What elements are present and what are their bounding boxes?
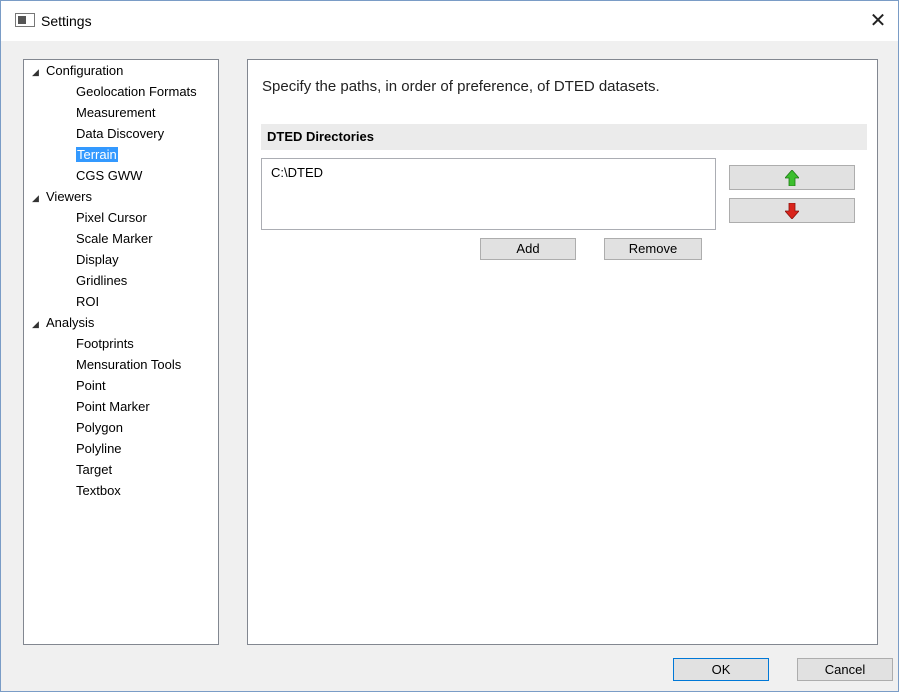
tree-item[interactable]: Display xyxy=(76,249,119,270)
move-down-button[interactable] xyxy=(729,198,855,223)
tree-item-label: Target xyxy=(76,462,113,477)
cancel-button[interactable]: Cancel xyxy=(797,658,893,681)
remove-button[interactable]: Remove xyxy=(604,238,702,260)
tree-item[interactable]: ◢ Analysis xyxy=(32,312,94,333)
tree-item-label: ROI xyxy=(76,294,100,309)
tree-item-label: Pixel Cursor xyxy=(76,210,147,225)
tree-item-label: CGS GWW xyxy=(76,168,143,183)
title-bar: Settings ✕ xyxy=(1,1,898,41)
tree-item-label: Analysis xyxy=(46,315,95,330)
tree-item[interactable]: Point xyxy=(76,375,106,396)
tree-item[interactable]: Target xyxy=(76,459,112,480)
tree-item-label: Polyline xyxy=(76,441,122,456)
tree-item[interactable]: Point Marker xyxy=(76,396,150,417)
settings-tree[interactable]: ◢ Configuration Geolocation Formats Measure… xyxy=(23,59,219,645)
green-up-arrow-icon xyxy=(785,169,799,186)
tree-item[interactable]: Measurement xyxy=(76,102,155,123)
tree-item-label: Geolocation Formats xyxy=(76,84,197,99)
tree-item[interactable]: Data Discovery xyxy=(76,123,164,144)
tree-item[interactable]: Pixel Cursor xyxy=(76,207,147,228)
tree-item-label: Point Marker xyxy=(76,399,150,414)
tree-item[interactable]: ◢ Viewers xyxy=(32,186,92,207)
tree-item[interactable]: Scale Marker xyxy=(76,228,153,249)
expand-arrow-icon[interactable]: ◢ xyxy=(32,314,46,335)
tree-item-label: Point xyxy=(76,378,106,393)
ok-button[interactable]: OK xyxy=(673,658,769,681)
add-button[interactable]: Add xyxy=(480,238,576,260)
app-window-icon xyxy=(15,13,35,27)
tree-item[interactable]: Footprints xyxy=(76,333,134,354)
tree-item[interactable]: CGS GWW xyxy=(76,165,142,186)
tree-item[interactable]: Gridlines xyxy=(76,270,127,291)
tree-item-label: Mensuration Tools xyxy=(76,357,182,372)
tree-item-label: Footprints xyxy=(76,336,134,351)
tree-item-label: Measurement xyxy=(76,105,156,120)
tree-item-label: Scale Marker xyxy=(76,231,153,246)
tree-item-label: Display xyxy=(76,252,119,267)
tree-item[interactable]: Polyline xyxy=(76,438,122,459)
tree-item[interactable]: Mensuration Tools xyxy=(76,354,181,375)
dted-directories-header: DTED Directories xyxy=(261,124,867,150)
list-item[interactable]: C:\DTED xyxy=(271,165,323,180)
tree-item[interactable]: Geolocation Formats xyxy=(76,81,197,102)
expand-arrow-icon[interactable]: ◢ xyxy=(32,188,46,209)
tree-item[interactable]: Terrain xyxy=(76,144,118,165)
tree-item[interactable]: ROI xyxy=(76,291,99,312)
tree-item[interactable]: ◢ Configuration xyxy=(32,60,123,81)
tree-item-label: Textbox xyxy=(76,483,121,498)
tree-item-label: Viewers xyxy=(46,189,93,204)
red-down-arrow-icon xyxy=(785,202,799,219)
move-up-button[interactable] xyxy=(729,165,855,190)
tree-item-label: Terrain xyxy=(76,147,118,162)
tree-item-label: Configuration xyxy=(46,63,124,78)
terrain-settings-panel: Specify the paths, in order of preferenc… xyxy=(247,59,878,645)
tree-item-label: Data Discovery xyxy=(76,126,165,141)
panel-description: Specify the paths, in order of preferenc… xyxy=(262,78,660,95)
close-icon[interactable]: ✕ xyxy=(858,1,898,41)
tree-item-label: Polygon xyxy=(76,420,123,435)
window-title: Settings xyxy=(41,13,92,29)
tree-item-label: Gridlines xyxy=(76,273,128,288)
tree-item[interactable]: Textbox xyxy=(76,480,121,501)
settings-window: Settings ✕ ◢ Configuration Geolocation For… xyxy=(0,0,899,692)
tree-item[interactable]: Polygon xyxy=(76,417,123,438)
expand-arrow-icon[interactable]: ◢ xyxy=(32,62,46,83)
dted-directories-list[interactable]: C:\DTED xyxy=(261,158,716,230)
